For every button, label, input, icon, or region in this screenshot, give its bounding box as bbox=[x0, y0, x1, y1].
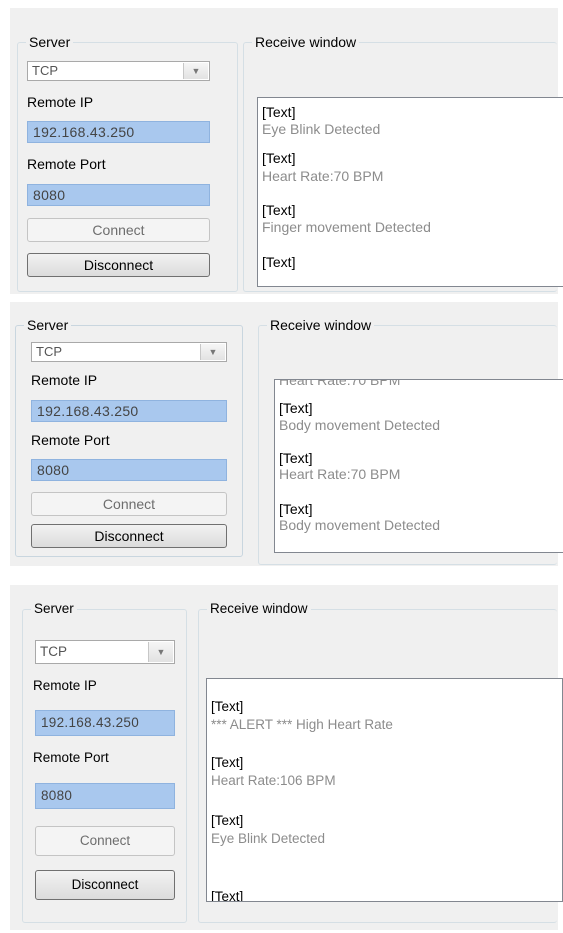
protocol-value: TCP bbox=[40, 644, 67, 659]
remote-port-label: Remote Port bbox=[33, 750, 109, 765]
message-text: Eye Blink Detected bbox=[211, 831, 326, 846]
protocol-select[interactable]: TCP ▼ bbox=[31, 342, 227, 362]
receive-textbox[interactable]: Heart Rate:70 BPM [Text] Body movement D… bbox=[274, 379, 563, 553]
server-group: Server TCP ▼ Remote IP 192.168.43.250 Re… bbox=[15, 317, 243, 557]
message-tag: [Text] bbox=[211, 813, 244, 828]
receive-textbox[interactable]: [Text] *** ALERT *** High Heart Rate [Te… bbox=[206, 678, 563, 902]
message-tag: [Text] bbox=[279, 501, 313, 517]
message-text: Finger movement Detected bbox=[262, 219, 431, 235]
receive-textbox[interactable]: [Text] Eye Blink Detected [Text] Heart R… bbox=[257, 97, 563, 287]
server-group: Server TCP ▼ Remote IP 192.168.43.250 Re… bbox=[22, 601, 187, 923]
protocol-value: TCP bbox=[32, 63, 58, 78]
message-text: Heart Rate:106 BPM bbox=[211, 773, 336, 788]
chevron-down-icon[interactable]: ▼ bbox=[148, 642, 173, 662]
disconnect-button[interactable]: Disconnect bbox=[27, 253, 210, 277]
remote-port-label: Remote Port bbox=[27, 156, 106, 172]
connect-button[interactable]: Connect bbox=[35, 826, 175, 856]
remote-ip-field[interactable]: 192.168.43.250 bbox=[31, 400, 227, 422]
tcp-client-panel-3: Server TCP ▼ Remote IP 192.168.43.250 Re… bbox=[10, 585, 563, 930]
remote-port-field[interactable]: 8080 bbox=[31, 459, 227, 481]
message-tag: [Text] bbox=[211, 755, 244, 770]
receive-window-label: Receive window bbox=[252, 34, 360, 50]
remote-ip-label: Remote IP bbox=[27, 94, 94, 110]
message-text: Body movement Detected bbox=[279, 417, 441, 433]
server-group: Server TCP ▼ Remote IP 192.168.43.250 Re… bbox=[17, 34, 238, 292]
remote-port-field[interactable]: 8080 bbox=[35, 783, 175, 809]
server-group-label: Server bbox=[24, 317, 72, 333]
message-text-partial: Heart Rate:70 BPM bbox=[279, 379, 401, 388]
message-tag: [Text] bbox=[262, 254, 296, 270]
chevron-down-icon[interactable]: ▼ bbox=[200, 344, 225, 360]
message-text: Body movement Detected bbox=[279, 517, 441, 533]
server-group-label: Server bbox=[31, 601, 77, 617]
tcp-client-panel-2: Server TCP ▼ Remote IP 192.168.43.250 Re… bbox=[10, 302, 563, 566]
disconnect-button[interactable]: Disconnect bbox=[35, 870, 175, 900]
receive-window-group: Receive window [Text] *** ALERT *** High… bbox=[198, 601, 563, 923]
disconnect-button[interactable]: Disconnect bbox=[31, 524, 227, 548]
server-group-label: Server bbox=[26, 34, 74, 50]
tcp-client-panel-1: Server TCP ▼ Remote IP 192.168.43.250 Re… bbox=[10, 8, 563, 294]
receive-window-group: Receive window [Text] Eye Blink Detected… bbox=[243, 34, 563, 292]
remote-ip-label: Remote IP bbox=[33, 678, 97, 693]
message-tag: [Text] bbox=[279, 450, 313, 466]
message-text: Heart Rate:70 BPM bbox=[279, 466, 401, 482]
remote-ip-field[interactable]: 192.168.43.250 bbox=[35, 710, 175, 736]
connect-button[interactable]: Connect bbox=[27, 218, 210, 242]
message-tag: [Text] bbox=[211, 889, 244, 902]
protocol-value: TCP bbox=[36, 344, 62, 359]
message-text: Eye Blink Detected bbox=[262, 121, 381, 137]
remote-port-label: Remote Port bbox=[31, 432, 110, 448]
protocol-select[interactable]: TCP ▼ bbox=[35, 640, 175, 664]
message-tag: [Text] bbox=[211, 699, 244, 714]
receive-window-label: Receive window bbox=[207, 601, 311, 617]
remote-port-field[interactable]: 8080 bbox=[27, 184, 210, 206]
chevron-down-icon[interactable]: ▼ bbox=[183, 63, 208, 79]
message-tag: [Text] bbox=[279, 400, 313, 416]
receive-window-label: Receive window bbox=[267, 317, 375, 333]
receive-window-group: Receive window Heart Rate:70 BPM [Text] … bbox=[258, 317, 563, 565]
protocol-select[interactable]: TCP ▼ bbox=[27, 61, 210, 81]
message-text: Heart Rate:70 BPM bbox=[262, 168, 384, 184]
connect-button[interactable]: Connect bbox=[31, 492, 227, 516]
message-tag: [Text] bbox=[262, 150, 296, 166]
message-tag: [Text] bbox=[262, 202, 296, 218]
remote-ip-label: Remote IP bbox=[31, 372, 98, 388]
message-tag: [Text] bbox=[262, 104, 296, 120]
remote-ip-field[interactable]: 192.168.43.250 bbox=[27, 121, 210, 143]
message-text: *** ALERT *** High Heart Rate bbox=[211, 717, 393, 732]
